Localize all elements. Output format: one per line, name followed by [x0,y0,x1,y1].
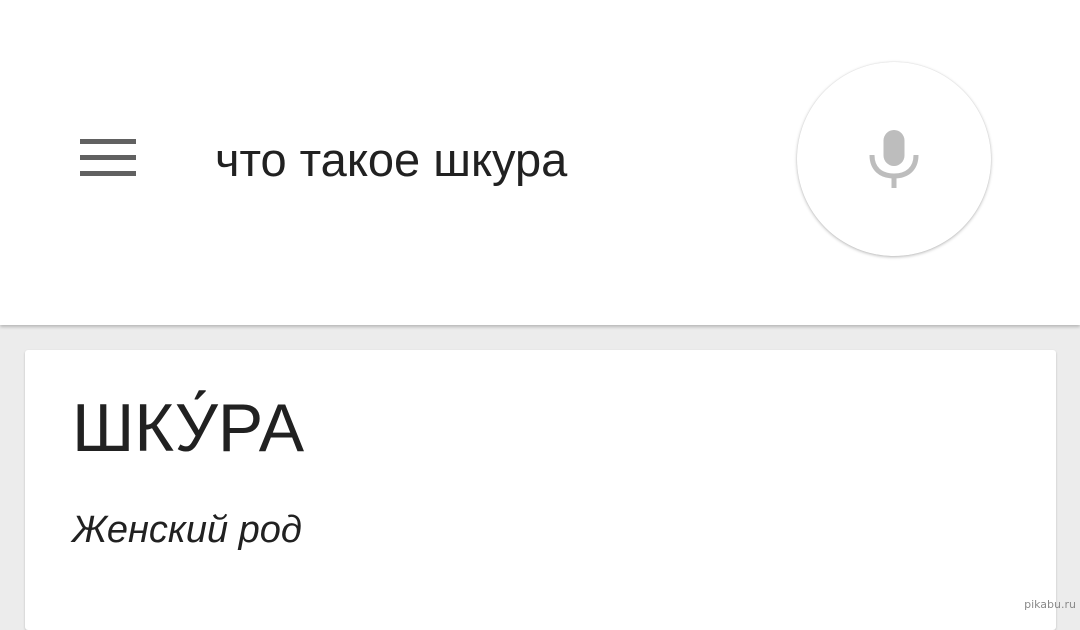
hamburger-menu-icon[interactable] [80,139,136,177]
voice-search-button[interactable] [797,62,991,256]
search-input[interactable]: что такое шкура [215,128,567,192]
dictionary-word: ШКУ́РА [72,390,305,466]
menu-bar [80,155,136,160]
microphone-icon [869,130,919,188]
grammatical-gender: Женский род [72,509,302,551]
dictionary-result-card: ШКУ́РА Женский род [25,350,1056,630]
watermark: pikabu.ru [1024,598,1076,611]
search-header: что такое шкура [0,0,1080,325]
menu-bar [80,139,136,144]
menu-bar [80,171,136,176]
